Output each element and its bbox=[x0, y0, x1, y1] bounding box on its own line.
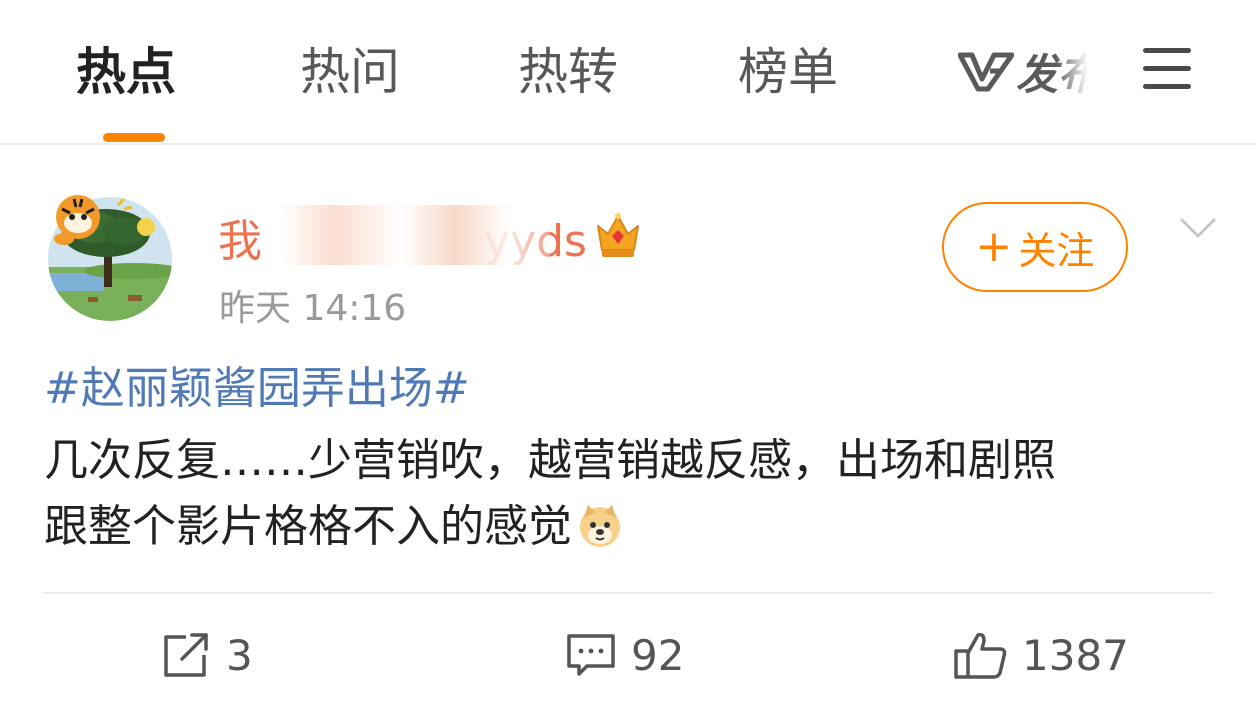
username-blur-mask bbox=[280, 205, 550, 265]
repost-button[interactable]: 3 bbox=[160, 625, 253, 685]
doge-emoji-icon bbox=[576, 501, 624, 549]
post-hashtag[interactable]: #赵丽颖酱园弄出场# bbox=[44, 358, 470, 420]
post-text-line-2: 跟整个影片格格不入的感觉 bbox=[44, 494, 1219, 560]
active-tab-indicator bbox=[103, 133, 165, 142]
tab-hot-reposts[interactable]: 热转 bbox=[518, 40, 618, 104]
chevron-down-icon[interactable] bbox=[1178, 214, 1218, 242]
top-tab-bar: 热点 热问 热转 榜单 发布 bbox=[0, 0, 1256, 145]
like-button[interactable]: 1387 bbox=[952, 625, 1129, 685]
repost-icon bbox=[164, 633, 208, 677]
thumbs-up-icon bbox=[954, 632, 1007, 679]
crown-vip-icon[interactable] bbox=[594, 208, 642, 260]
publish-button[interactable]: 发布 bbox=[958, 46, 1088, 99]
follow-label: 关注 bbox=[1018, 228, 1095, 273]
post-text: 几次反复……少营销吹，越营销越反感，出场和剧照 跟整个影片格格不入的感觉 bbox=[44, 428, 1219, 560]
like-count: 1387 bbox=[1022, 630, 1129, 680]
tab-hot[interactable]: 热点 bbox=[76, 40, 176, 104]
weibo-v-logo-icon bbox=[958, 52, 1014, 92]
hamburger-menu-icon[interactable] bbox=[1143, 46, 1191, 90]
comment-count: 92 bbox=[631, 630, 685, 680]
tab-rankings[interactable]: 榜单 bbox=[738, 40, 838, 104]
plus-icon: + bbox=[975, 221, 1013, 272]
username-prefix: 我 bbox=[218, 216, 262, 267]
comment-button[interactable]: 92 bbox=[565, 625, 684, 685]
post-text-line-1: 几次反复……少营销吹，越营销越反感，出场和剧照 bbox=[44, 435, 1056, 486]
follow-button[interactable]: + 关注 bbox=[942, 202, 1128, 292]
tab-hot-questions[interactable]: 热问 bbox=[300, 40, 400, 104]
divider bbox=[42, 592, 1214, 594]
publish-label: 发布 bbox=[1016, 49, 1088, 99]
repost-count: 3 bbox=[226, 630, 253, 680]
comment-icon bbox=[567, 634, 615, 676]
post-time: 昨天 14:16 bbox=[219, 288, 407, 329]
avatar[interactable] bbox=[44, 187, 174, 321]
